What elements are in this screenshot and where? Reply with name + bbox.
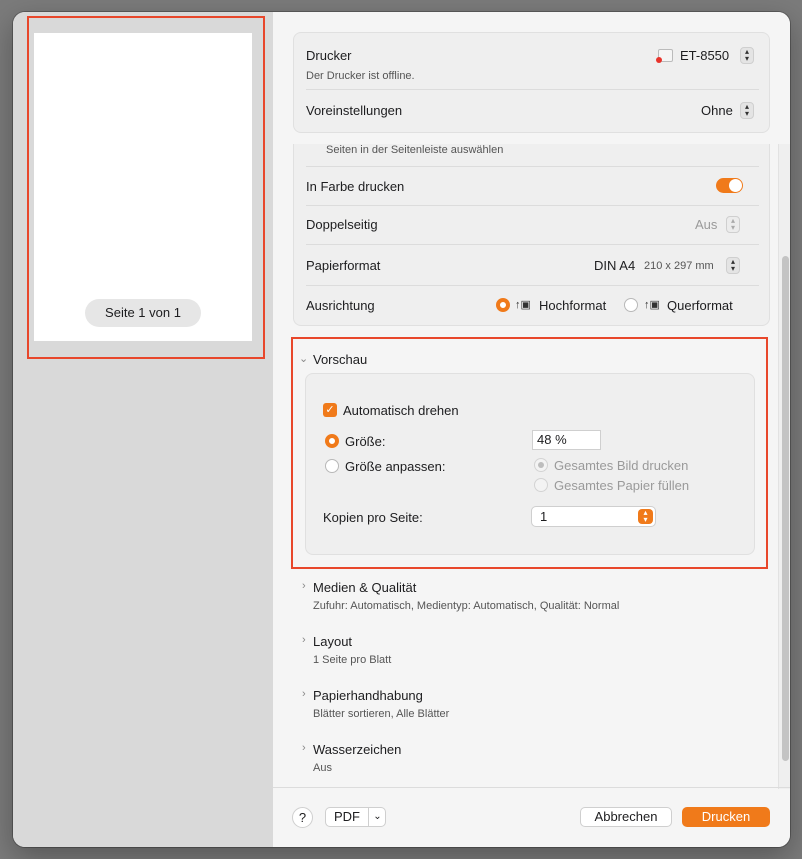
printer-card: Drucker Der Drucker ist offline. ET-8550…	[293, 32, 770, 133]
divider	[306, 205, 759, 206]
portrait-icon: ↑▣	[515, 299, 531, 311]
print-dialog: Seite 1 von 1 Drucker Der Drucker ist of…	[13, 12, 790, 847]
preview-highlight-box	[27, 16, 265, 359]
presets-chevron-icon[interactable]: ▴ ▾	[740, 102, 754, 119]
section-title[interactable]: Wasserzeichen	[313, 742, 401, 757]
presets-select[interactable]: Ohne	[701, 103, 733, 118]
scrollbar[interactable]	[778, 144, 790, 789]
color-toggle[interactable]	[716, 178, 743, 193]
section-summary: 1 Seite pro Blatt	[313, 654, 392, 666]
landscape-icon: ↑▣	[644, 299, 660, 311]
cancel-button[interactable]: Abbrechen	[580, 807, 672, 827]
paper-chevron-icon[interactable]: ▴ ▾	[726, 257, 740, 274]
paper-label: Papierformat	[306, 258, 381, 273]
chevron-right-icon[interactable]: ›	[302, 688, 306, 700]
duplex-label: Doppelseitig	[306, 217, 378, 232]
portrait-radio[interactable]	[496, 298, 510, 312]
divider	[306, 285, 759, 286]
divider	[306, 89, 759, 90]
pdf-chevron-icon[interactable]: ⌄	[368, 808, 386, 826]
scrollbar-thumb[interactable]	[782, 256, 789, 761]
paper-select[interactable]: DIN A4	[594, 258, 635, 273]
landscape-label[interactable]: Querformat	[667, 298, 733, 313]
color-label: In Farbe drucken	[306, 179, 405, 194]
divider	[306, 244, 759, 245]
section-title[interactable]: Layout	[313, 634, 352, 649]
portrait-label[interactable]: Hochformat	[539, 298, 606, 313]
pages-hint: Seiten in der Seitenleiste auswählen	[326, 144, 504, 156]
printer-icon	[656, 49, 673, 63]
chevron-right-icon[interactable]: ›	[302, 580, 306, 592]
divider	[306, 166, 759, 167]
chevron-right-icon[interactable]: ›	[302, 634, 306, 646]
section-title[interactable]: Medien & Qualität	[313, 580, 416, 595]
print-button[interactable]: Drucken	[682, 807, 770, 827]
vorschau-highlight-box	[291, 337, 768, 569]
printer-select[interactable]: ET-8550	[680, 48, 729, 63]
section-summary: Zufuhr: Automatisch, Medientyp: Automati…	[313, 600, 620, 612]
help-button[interactable]: ?	[292, 807, 313, 828]
duplex-select[interactable]: Aus	[695, 217, 717, 232]
section-summary: Blätter sortieren, Alle Blätter	[313, 708, 450, 720]
printer-label: Drucker	[306, 48, 352, 63]
options-card: Seiten in der Seitenleiste auswählen In …	[293, 144, 770, 326]
section-summary: Aus	[313, 762, 332, 774]
footer-divider	[273, 787, 790, 788]
chevron-right-icon[interactable]: ›	[302, 742, 306, 754]
printer-chevron-icon[interactable]: ▴ ▾	[740, 47, 754, 64]
section-title[interactable]: Papierhandhabung	[313, 688, 423, 703]
orientation-label: Ausrichtung	[306, 298, 375, 313]
pdf-button[interactable]: PDF ⌄	[325, 807, 386, 827]
offline-dot-icon	[656, 57, 662, 63]
presets-label: Voreinstellungen	[306, 103, 403, 118]
paper-size: 210 x 297 mm	[644, 260, 714, 272]
pdf-label: PDF	[334, 809, 360, 824]
duplex-chevron-icon[interactable]: ▴ ▾	[726, 216, 740, 233]
landscape-radio[interactable]	[624, 298, 638, 312]
printer-status: Der Drucker ist offline.	[306, 70, 415, 82]
